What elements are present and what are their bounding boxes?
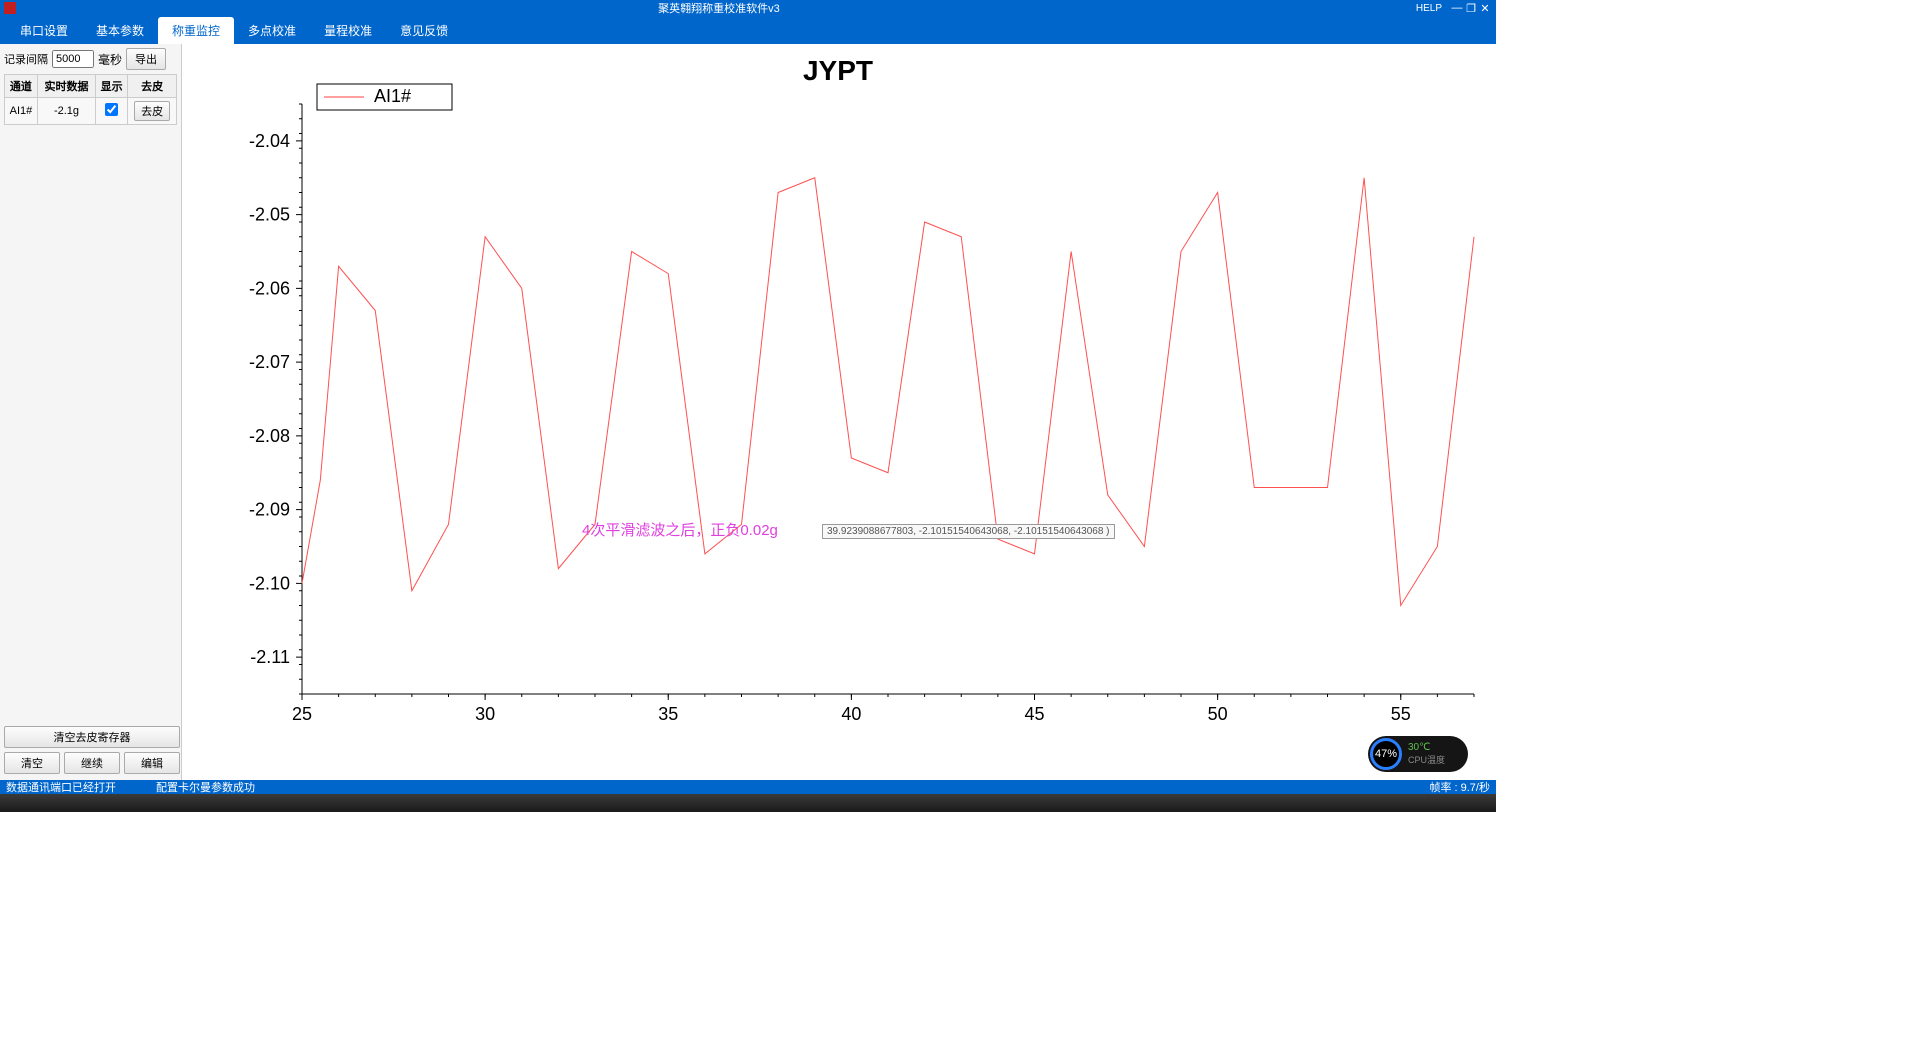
svg-text:30: 30 [475, 704, 495, 724]
tab-2[interactable]: 称重监控 [158, 17, 234, 44]
help-link[interactable]: HELP [1416, 3, 1442, 14]
continue-button[interactable]: 继续 [64, 752, 120, 774]
minimize-button[interactable]: — [1450, 2, 1464, 14]
tab-1[interactable]: 基本参数 [82, 17, 158, 44]
svg-text:40: 40 [841, 704, 861, 724]
record-interval-label: 记录间隔 [4, 51, 48, 67]
status-left: 数据通讯端口已经打开 [6, 779, 116, 795]
channel-cell: AI1# [5, 98, 38, 125]
chart-tooltip: 39.9239088677803, -2.10151540643068, -2.… [822, 524, 1115, 539]
tab-5[interactable]: 意见反馈 [386, 17, 462, 44]
cpu-widget[interactable]: 47% 30℃ CPU温度 [1368, 736, 1468, 772]
svg-text:JYPT: JYPT [803, 55, 873, 86]
app-icon [4, 2, 16, 14]
value-cell: -2.1g [37, 98, 95, 125]
cpu-label: CPU温度 [1408, 753, 1445, 766]
svg-text:-2.07: -2.07 [249, 352, 290, 372]
svg-text:-2.05: -2.05 [249, 205, 290, 225]
table-header: 通道 [5, 75, 38, 98]
svg-text:-2.06: -2.06 [249, 278, 290, 298]
clear-tare-button[interactable]: 清空去皮寄存器 [4, 726, 180, 748]
record-interval-input[interactable] [52, 50, 94, 68]
svg-text:-2.08: -2.08 [249, 426, 290, 446]
svg-text:45: 45 [1024, 704, 1044, 724]
table-header: 实时数据 [37, 75, 95, 98]
svg-text:50: 50 [1208, 704, 1228, 724]
close-button[interactable]: ✕ [1478, 2, 1492, 15]
svg-text:35: 35 [658, 704, 678, 724]
table-header: 显示 [96, 75, 128, 98]
data-table: 通道实时数据显示去皮 AI1# -2.1g 去皮 [4, 74, 177, 125]
tare-cell: 去皮 [128, 98, 177, 125]
svg-text:-2.11: -2.11 [250, 647, 290, 667]
tab-4[interactable]: 量程校准 [310, 17, 386, 44]
status-mid: 配置卡尔曼参数成功 [156, 779, 255, 795]
export-button[interactable]: 导出 [126, 48, 166, 70]
show-cell [96, 98, 128, 125]
chart-annotation: 4次平滑滤波之后，正负0.02g [582, 519, 778, 540]
table-header: 去皮 [128, 75, 177, 98]
taskbar [0, 794, 1496, 812]
status-right: 帧率 : 9.7/秒 [1429, 779, 1490, 795]
status-bar: 数据通讯端口已经打开 配置卡尔曼参数成功 帧率 : 9.7/秒 [0, 780, 1496, 794]
unit-label: 毫秒 [98, 51, 122, 68]
window-title: 聚英翱翔称重校准软件v3 [22, 0, 1416, 16]
svg-text:AI1#: AI1# [374, 86, 411, 106]
tare-button[interactable]: 去皮 [134, 101, 170, 121]
svg-text:55: 55 [1391, 704, 1411, 724]
edit-button[interactable]: 编辑 [124, 752, 180, 774]
sidebar: 记录间隔 毫秒 导出 通道实时数据显示去皮 AI1# -2.1g 去皮 清空去皮… [0, 44, 182, 780]
tab-0[interactable]: 串口设置 [6, 17, 82, 44]
show-checkbox[interactable] [105, 103, 118, 116]
chart-svg: JYPT AI1# -2.04 -2.05 -2.06 -2.07 -2.08 -2.09 -2… [182, 44, 1494, 764]
svg-text:-2.09: -2.09 [249, 500, 290, 520]
svg-text:25: 25 [292, 704, 312, 724]
clear-button[interactable]: 清空 [4, 752, 60, 774]
chart-area[interactable]: JYPT AI1# -2.04 -2.05 -2.06 -2.07 -2.08 -2.09 -2… [182, 44, 1496, 780]
maximize-button[interactable]: ❐ [1464, 2, 1478, 15]
svg-text:-2.04: -2.04 [249, 131, 290, 151]
titlebar: 聚英翱翔称重校准软件v3 HELP — ❐ ✕ [0, 0, 1496, 16]
tab-bar: 串口设置基本参数称重监控多点校准量程校准意见反馈 [0, 16, 1496, 44]
svg-text:-2.10: -2.10 [249, 573, 290, 593]
cpu-percent: 47% [1370, 738, 1402, 770]
tab-3[interactable]: 多点校准 [234, 17, 310, 44]
cpu-temp: 30℃ [1408, 742, 1445, 753]
